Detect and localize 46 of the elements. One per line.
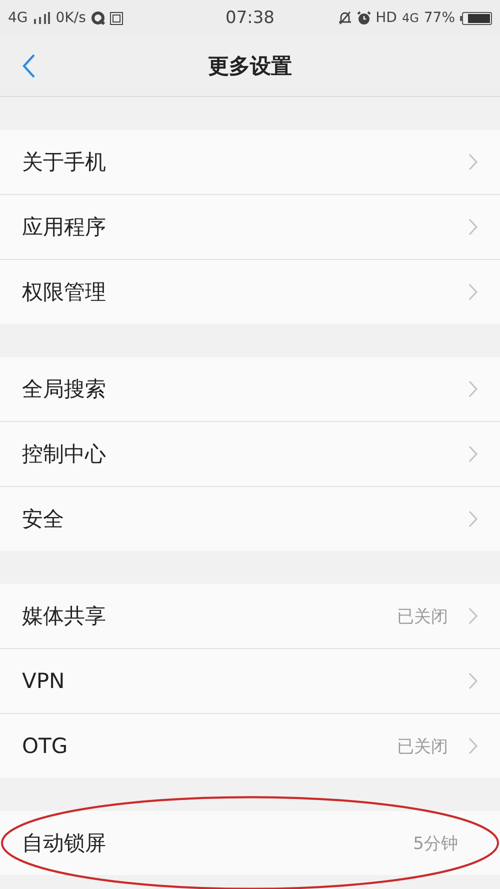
settings-row[interactable]: OTG 已关闭: [0, 714, 500, 778]
row-value: 5分钟: [413, 832, 458, 854]
row-value: 已关闭: [397, 606, 448, 628]
chevron-icon: [468, 672, 478, 690]
sim-card-icon: [110, 12, 123, 24]
settings-row[interactable]: VPN: [0, 649, 500, 714]
alarm-icon: [356, 11, 371, 25]
network-label: 4G: [8, 10, 28, 26]
row-label: OTG: [22, 734, 69, 758]
speed-label: 0K/s: [56, 10, 86, 26]
back-button[interactable]: [22, 53, 36, 79]
chevron-icon: [468, 607, 478, 625]
clock: 07:38: [226, 8, 274, 28]
row-label: 控制中心: [22, 441, 107, 468]
settings-row[interactable]: 权限管理: [0, 260, 500, 324]
q-icon: [90, 11, 105, 25]
settings-row[interactable]: 媒体共享 已关闭: [0, 584, 500, 649]
chevron-icon: [468, 380, 478, 398]
row-label: 应用程序: [22, 214, 107, 241]
row-label: 安全: [22, 506, 65, 533]
row-label: 媒体共享: [22, 603, 107, 630]
hd-label: HD: [376, 10, 397, 26]
settings-row[interactable]: 关于手机: [0, 130, 500, 195]
network-label: 4G: [402, 11, 419, 25]
settings-row[interactable]: 应用程序: [0, 195, 500, 260]
settings-row[interactable]: 全局搜索: [0, 357, 500, 422]
muted-bell-icon: [338, 11, 352, 25]
chevron-icon: [468, 153, 478, 171]
settings-row[interactable]: 安全: [0, 487, 500, 551]
page-title: 更多设置: [208, 53, 292, 80]
battery-icon: [460, 12, 492, 24]
chevron-icon: [468, 737, 478, 755]
row-label: 关于手机: [22, 149, 107, 176]
chevron-icon: [468, 445, 478, 463]
row-label: 全局搜索: [22, 376, 107, 403]
back-icon: [22, 53, 36, 79]
battery-label: 77%: [424, 10, 455, 26]
row-value: 已关闭: [397, 736, 448, 758]
signal-icon: [32, 12, 51, 24]
row-label: 权限管理: [22, 279, 107, 306]
row-label: VPN: [22, 669, 66, 693]
chevron-icon: [468, 283, 478, 301]
chevron-icon: [468, 510, 478, 528]
row-label: 自动锁屏: [22, 830, 107, 857]
chevron-icon: [468, 218, 478, 236]
settings-row[interactable]: 控制中心: [0, 422, 500, 487]
